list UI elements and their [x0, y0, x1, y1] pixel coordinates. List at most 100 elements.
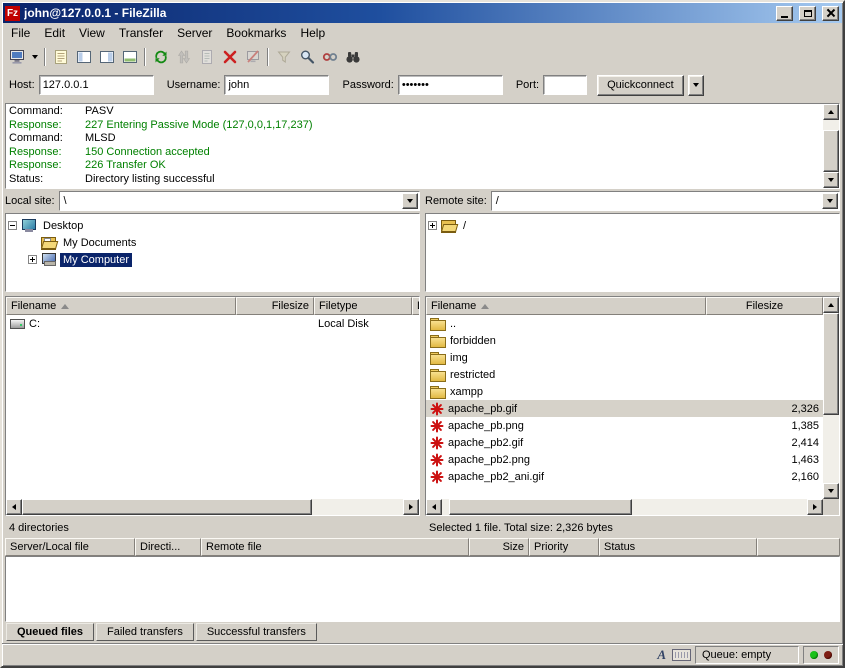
column-filesize[interactable]: Filesize — [236, 297, 314, 315]
app-icon: Fz — [5, 6, 20, 21]
scrollbar-thumb[interactable] — [823, 313, 839, 415]
local-file-list: Filename Filesize Filetype L C: — [5, 296, 420, 516]
synchronized-browsing-button[interactable] — [318, 46, 341, 68]
process-queue-button[interactable] — [172, 46, 195, 68]
filter-button[interactable] — [272, 46, 295, 68]
column-server-local-file[interactable]: Server/Local file — [5, 538, 135, 556]
file-row[interactable]: restricted — [426, 366, 823, 383]
titlebar[interactable]: Fz john@127.0.0.1 - FileZilla — [3, 3, 842, 23]
file-row[interactable]: .. — [426, 315, 823, 332]
username-input[interactable] — [224, 75, 329, 95]
expand-icon[interactable] — [428, 221, 437, 230]
scroll-right-button[interactable] — [807, 499, 823, 515]
toggle-local-tree-button[interactable] — [72, 46, 95, 68]
column-filetype[interactable]: Filetype — [314, 297, 412, 315]
disconnect-button[interactable] — [241, 46, 264, 68]
menu-help[interactable]: Help — [293, 24, 332, 42]
site-manager-dropdown-button[interactable] — [29, 46, 41, 68]
password-input[interactable] — [398, 75, 503, 95]
file-row-selected[interactable]: apache_pb.gif 2,326 — [426, 400, 823, 417]
tree-item-my-computer[interactable]: My Computer — [8, 251, 417, 268]
menu-bookmarks[interactable]: Bookmarks — [219, 24, 293, 42]
file-row[interactable]: apache_pb.png 1,385 — [426, 417, 823, 434]
scroll-left-button[interactable] — [426, 499, 442, 515]
scrollbar-thumb[interactable] — [22, 499, 312, 515]
local-site-dropdown-button[interactable] — [402, 193, 418, 209]
toggle-message-log-button[interactable] — [49, 46, 72, 68]
file-row[interactable]: apache_pb2.png 1,463 — [426, 451, 823, 468]
scroll-down-button[interactable] — [823, 483, 839, 499]
menu-edit[interactable]: Edit — [37, 24, 72, 42]
scroll-right-button[interactable] — [403, 499, 419, 515]
column-label: Filename — [11, 300, 56, 312]
file-row[interactable]: img — [426, 349, 823, 366]
scroll-up-button[interactable] — [823, 297, 839, 313]
scroll-down-button[interactable] — [823, 172, 839, 188]
remote-site-dropdown-button[interactable] — [822, 193, 838, 209]
directory-comparison-button[interactable] — [295, 46, 318, 68]
column-filename[interactable]: Filename — [426, 297, 706, 315]
filename-cell: apache_pb.png — [426, 417, 706, 434]
remote-site-combobox[interactable]: / — [491, 191, 840, 211]
close-button[interactable] — [822, 6, 839, 21]
tree-item-desktop[interactable]: Desktop — [8, 217, 417, 234]
column-filesize[interactable]: Filesize — [706, 297, 823, 315]
host-input[interactable] — [39, 75, 154, 95]
column-direction[interactable]: Directi... — [135, 538, 201, 556]
menu-server[interactable]: Server — [170, 24, 219, 42]
transfer-type-indicator[interactable]: A — [655, 647, 668, 663]
column-status[interactable]: Status — [599, 538, 757, 556]
preview-queue-button[interactable] — [195, 46, 218, 68]
column-priority[interactable]: Priority — [529, 538, 599, 556]
toggle-remote-tree-button[interactable] — [95, 46, 118, 68]
scroll-track[interactable] — [823, 313, 839, 483]
log-line: Response: 226 Transfer OK — [9, 159, 823, 173]
scrollbar-thumb[interactable] — [823, 130, 839, 172]
minimize-button[interactable] — [776, 6, 793, 21]
input-indicator[interactable] — [672, 647, 691, 663]
find-files-button[interactable] — [341, 46, 364, 68]
refresh-button[interactable] — [149, 46, 172, 68]
remote-hscrollbar[interactable] — [426, 499, 839, 515]
expand-icon[interactable] — [28, 255, 37, 264]
file-row[interactable]: apache_pb2_ani.gif 2,160 — [426, 468, 823, 485]
tree-item-my-documents[interactable]: My Documents — [8, 234, 417, 251]
log-scrollbar[interactable] — [823, 104, 839, 188]
log-text: MLSD — [85, 132, 116, 146]
column-remote-file[interactable]: Remote file — [201, 538, 469, 556]
file-row[interactable]: xampp — [426, 383, 823, 400]
local-site-combobox[interactable]: \ — [59, 191, 420, 211]
folder-icon — [430, 352, 446, 364]
scroll-up-button[interactable] — [823, 104, 839, 120]
collapse-icon[interactable] — [8, 221, 17, 230]
remote-vscrollbar[interactable] — [823, 297, 839, 499]
scroll-track[interactable] — [823, 120, 839, 172]
site-manager-button[interactable] — [6, 46, 29, 68]
log-text: 150 Connection accepted — [85, 146, 210, 160]
file-row[interactable]: forbidden — [426, 332, 823, 349]
tab-queued-files[interactable]: Queued files — [6, 623, 94, 641]
scroll-track[interactable] — [22, 499, 403, 515]
quickconnect-dropdown-button[interactable] — [688, 75, 704, 96]
toggle-queue-button[interactable] — [118, 46, 141, 68]
column-last-modified[interactable]: L — [412, 297, 419, 315]
menu-view[interactable]: View — [72, 24, 112, 42]
tab-successful-transfers[interactable]: Successful transfers — [196, 623, 317, 641]
menu-file[interactable]: File — [4, 24, 37, 42]
tab-failed-transfers[interactable]: Failed transfers — [96, 623, 194, 641]
menu-transfer[interactable]: Transfer — [112, 24, 170, 42]
maximize-button[interactable] — [799, 6, 816, 21]
column-filename[interactable]: Filename — [6, 297, 236, 315]
quickconnect-button[interactable]: Quickconnect — [597, 75, 684, 96]
tree-item-root[interactable]: / — [428, 217, 837, 234]
remote-status-text: Selected 1 file. Total size: 2,326 bytes — [429, 522, 613, 534]
scrollbar-thumb[interactable] — [449, 499, 632, 515]
column-size[interactable]: Size — [469, 538, 529, 556]
file-row[interactable]: apache_pb2.gif 2,414 — [426, 434, 823, 451]
file-row[interactable]: C: Local Disk — [6, 315, 419, 332]
local-hscrollbar[interactable] — [6, 499, 419, 515]
port-input[interactable] — [543, 75, 587, 95]
scroll-track[interactable] — [442, 499, 807, 515]
cancel-button[interactable] — [218, 46, 241, 68]
scroll-left-button[interactable] — [6, 499, 22, 515]
